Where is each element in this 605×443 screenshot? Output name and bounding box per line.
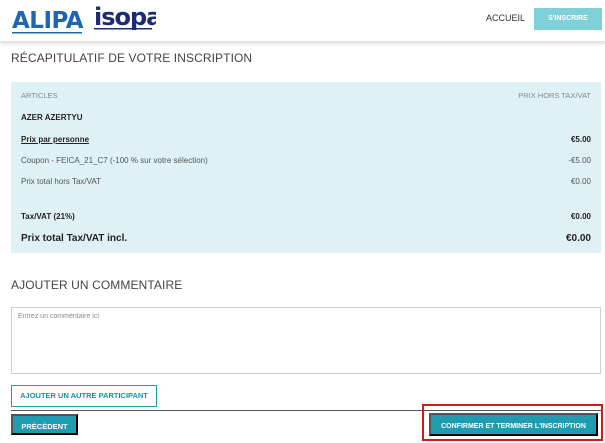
tax-value: €0.00 (570, 212, 591, 221)
comment-textarea[interactable] (12, 308, 600, 373)
articles-column-header: ARTICLES (21, 91, 58, 100)
coupon-label: Coupon - FEICA_21_C7 (-100 % sur votre s… (21, 156, 208, 165)
summary-title: RÉCAPITULATIF DE VOTRE INSCRIPTION (11, 51, 253, 65)
summary-row-coupon: Coupon - FEICA_21_C7 (-100 % sur votre s… (21, 156, 591, 165)
order-summary-panel: ARTICLES PRIX HORS TAX/VAT AZER AZERTYU … (11, 82, 601, 253)
summary-row-grand-total: Prix total Tax/VAT incl. €0.00 (21, 233, 591, 244)
grand-total-label: Prix total Tax/VAT incl. (21, 233, 128, 244)
previous-button[interactable]: PRÉCÉDENT (11, 414, 78, 435)
add-participant-button[interactable]: AJOUTER UN AUTRE PARTICIPANT (11, 385, 157, 407)
alipa-logo[interactable]: ALIPA (12, 5, 86, 37)
isopa-logo-text: isopa (94, 5, 156, 31)
comment-title: AJOUTER UN COMMENTAIRE (11, 278, 183, 292)
nav-home-link[interactable]: ACCUEIL (486, 13, 525, 23)
summary-row-price-per-person: Prix par personne €5.00 (21, 135, 591, 144)
summary-row-total-excl-tax: Prix total hors Tax/VAT €0.00 (21, 177, 591, 186)
total-excl-tax-value: €0.00 (570, 177, 591, 186)
summary-header-row: ARTICLES PRIX HORS TAX/VAT (21, 91, 591, 100)
confirm-registration-button[interactable]: CONFIRMER ET TERMINER L'INSCRIPTION (429, 413, 598, 436)
coupon-value: -€5.00 (568, 156, 591, 165)
price-per-person-value: €5.00 (570, 135, 591, 144)
isopa-logo[interactable]: isopa (94, 5, 156, 33)
register-button[interactable]: S'INSCRIRE (534, 8, 602, 30)
summary-row-tax: Tax/VAT (21%) €0.00 (21, 212, 591, 221)
price-column-header: PRIX HORS TAX/VAT (518, 91, 591, 100)
total-excl-tax-label: Prix total hors Tax/VAT (21, 177, 102, 186)
alipa-logo-text: ALIPA (12, 8, 84, 34)
comment-box (11, 307, 601, 374)
tax-label: Tax/VAT (21%) (21, 212, 75, 221)
site-header: ALIPA isopa ACCUEIL S'INSCRIRE (0, 0, 605, 42)
grand-total-value: €0.00 (565, 233, 591, 244)
price-per-person-label: Prix par personne (21, 135, 90, 144)
participant-name: AZER AZERTYU (21, 113, 83, 122)
